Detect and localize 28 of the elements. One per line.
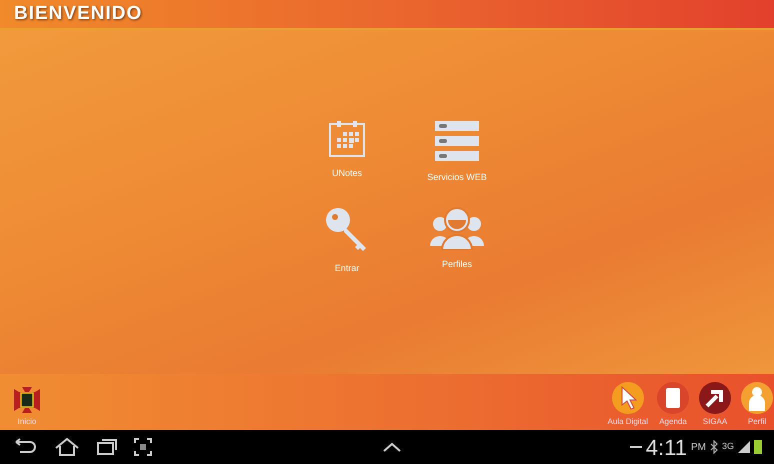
dock-shortcut[interactable]: Inicio: [12, 385, 42, 428]
signal-icon: [738, 441, 750, 453]
person-icon: [740, 381, 774, 415]
app-launcher[interactable]: Perfiles: [402, 206, 512, 276]
app-launcher[interactable]: Entrar: [292, 206, 402, 276]
calendar-icon: [327, 118, 367, 158]
dock-shortcut[interactable]: Aula Digital: [608, 381, 648, 428]
cursor-icon: [610, 381, 645, 415]
dock-shortcut[interactable]: SIGAA: [698, 381, 732, 428]
dash-icon: [630, 445, 642, 449]
recent-apps-icon[interactable]: [96, 438, 118, 456]
screenshot-icon[interactable]: [134, 438, 152, 456]
app-launcher[interactable]: Servicios WEB: [402, 118, 512, 184]
server-list-icon: [434, 118, 480, 162]
crest-icon: [12, 385, 42, 415]
dock-shortcut[interactable]: Agenda: [656, 381, 690, 428]
app-launcher[interactable]: UNotes: [292, 118, 402, 184]
book-icon: [656, 381, 690, 415]
bluetooth-icon: [710, 440, 718, 454]
clock-time: 4:11: [646, 434, 687, 462]
dock-shortcut[interactable]: Perfil: [740, 381, 774, 428]
network-type: 3G: [722, 440, 734, 454]
people-icon: [430, 206, 484, 250]
home-icon[interactable]: [54, 438, 80, 456]
clock-ampm: PM: [690, 440, 706, 454]
battery-icon: [754, 440, 762, 454]
screen-title: BIENVENIDO: [14, 2, 142, 26]
chevron-up-icon[interactable]: [382, 441, 402, 453]
